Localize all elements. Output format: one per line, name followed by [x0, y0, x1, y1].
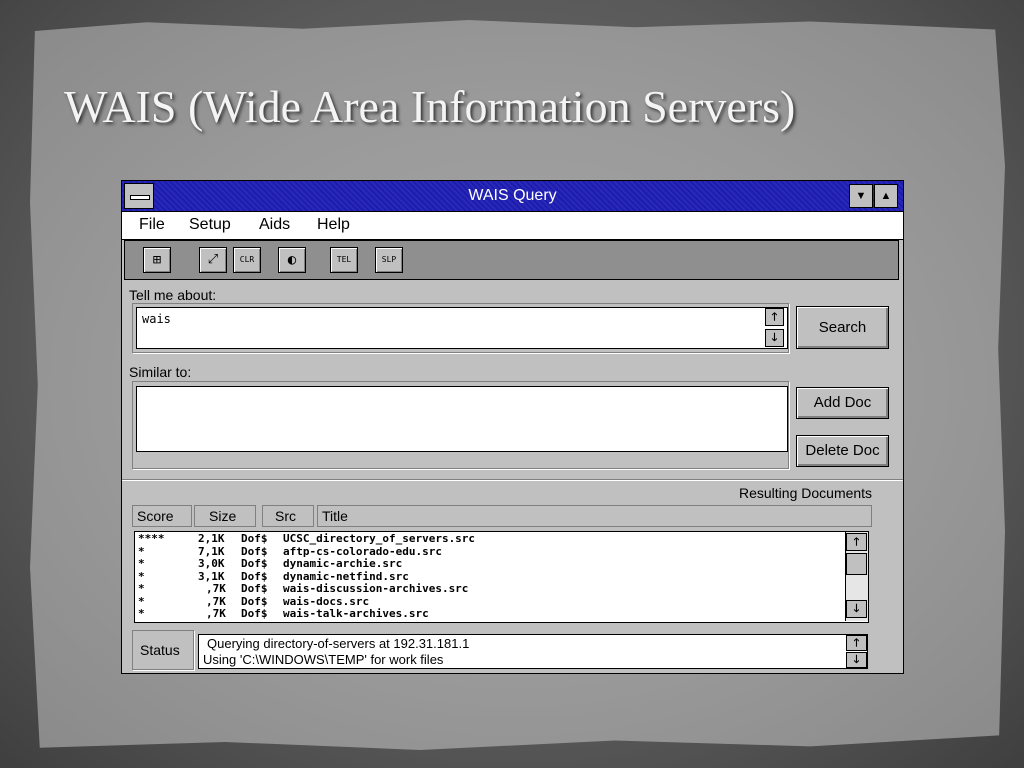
- row-score: *: [138, 557, 145, 570]
- menu-aids[interactable]: Aids: [259, 216, 290, 234]
- row-size: 2,1K: [198, 532, 225, 545]
- resize-tool-icon[interactable]: ⤢: [199, 247, 227, 273]
- row-title: UCSC_directory_of_servers.src: [283, 532, 476, 545]
- row-size: 3,0K: [198, 557, 225, 570]
- column-header-score[interactable]: Score: [132, 505, 192, 527]
- column-header-size[interactable]: Size: [194, 505, 256, 527]
- clear-tool-icon[interactable]: CLR: [233, 247, 261, 273]
- results-scroll-down-icon[interactable]: 🡓: [846, 600, 867, 618]
- row-title: wais-discussion-archives.src: [283, 582, 469, 595]
- menu-setup[interactable]: Setup: [189, 216, 231, 234]
- search-button-label: Search: [818, 319, 867, 336]
- wais-query-window: WAIS Query ▼ ▲ File Setup Aids Help ⊞ ⤢ …: [121, 180, 904, 674]
- status-scroll-down-icon[interactable]: 🡓: [846, 652, 867, 668]
- similar-label: Similar to:: [129, 364, 192, 380]
- status-label: Status: [140, 642, 180, 658]
- similar-input[interactable]: [136, 386, 788, 452]
- row-score: *: [138, 582, 145, 595]
- menu-help[interactable]: Help: [317, 216, 350, 234]
- results-scroll-thumb[interactable]: [846, 553, 867, 575]
- table-row[interactable]: * ,7K Dof$ wais-talk-archives.src: [138, 607, 838, 621]
- query-input[interactable]: wais: [136, 307, 788, 349]
- table-row[interactable]: * ,7K Dof$ wais-discussion-archives.src: [138, 582, 838, 596]
- column-header-title[interactable]: Title: [317, 505, 872, 527]
- row-title: dynamic-archie.src: [283, 557, 403, 570]
- column-header-src[interactable]: Src: [262, 505, 314, 527]
- slide-title: WAIS (Wide Area Information Servers): [64, 81, 796, 132]
- row-score: ****: [138, 532, 165, 545]
- globe-tool-icon[interactable]: ◐: [278, 247, 306, 273]
- row-size: ,7K: [206, 607, 226, 620]
- menu-file[interactable]: File: [139, 216, 165, 234]
- query-scroll-up-icon[interactable]: 🡑: [765, 308, 784, 326]
- slip-tool-icon[interactable]: SLP: [375, 247, 403, 273]
- row-src: Dof$: [241, 607, 268, 620]
- row-score: *: [138, 607, 145, 620]
- results-scroll-up-icon[interactable]: 🡑: [846, 533, 867, 551]
- row-src: Dof$: [241, 582, 268, 595]
- toolbar: ⊞ ⤢ CLR ◐ TEL SLP: [124, 240, 899, 280]
- section-divider: [122, 479, 903, 481]
- add-doc-button[interactable]: Add Doc: [796, 387, 889, 419]
- row-size: ,7K: [206, 582, 226, 595]
- window-title: WAIS Query: [468, 187, 557, 204]
- status-text-box: Querying directory-of-servers at 192.31.…: [198, 634, 868, 669]
- table-row[interactable]: * 3,0K Dof$ dynamic-archie.src: [138, 557, 838, 571]
- status-line: Using 'C:\WINDOWS\TEMP' for work files: [203, 652, 444, 667]
- maximize-button[interactable]: ▲: [874, 184, 898, 208]
- results-list[interactable]: **** 2,1K Dof$ UCSC_directory_of_servers…: [134, 531, 869, 623]
- status-scroll-up-icon[interactable]: 🡑: [846, 635, 867, 651]
- delete-doc-button[interactable]: Delete Doc: [796, 435, 889, 467]
- table-tool-icon[interactable]: ⊞: [143, 247, 171, 273]
- query-input-text: wais: [142, 312, 171, 326]
- query-scroll-down-icon[interactable]: 🡓: [765, 329, 784, 347]
- row-src: Dof$: [241, 532, 268, 545]
- search-button[interactable]: Search: [796, 306, 889, 349]
- query-label: Tell me about:: [129, 287, 217, 303]
- menu-bar: File Setup Aids Help: [122, 212, 903, 240]
- title-bar[interactable]: WAIS Query ▼ ▲: [122, 181, 903, 212]
- telnet-tool-icon[interactable]: TEL: [330, 247, 358, 273]
- status-label-box: Status: [132, 630, 194, 670]
- row-title: wais-talk-archives.src: [283, 607, 429, 620]
- results-heading: Resulting Documents: [739, 485, 873, 501]
- row-src: Dof$: [241, 557, 268, 570]
- table-row[interactable]: **** 2,1K Dof$ UCSC_directory_of_servers…: [138, 532, 838, 546]
- status-line: Querying directory-of-servers at 192.31.…: [207, 636, 470, 651]
- minimize-button[interactable]: ▼: [849, 184, 873, 208]
